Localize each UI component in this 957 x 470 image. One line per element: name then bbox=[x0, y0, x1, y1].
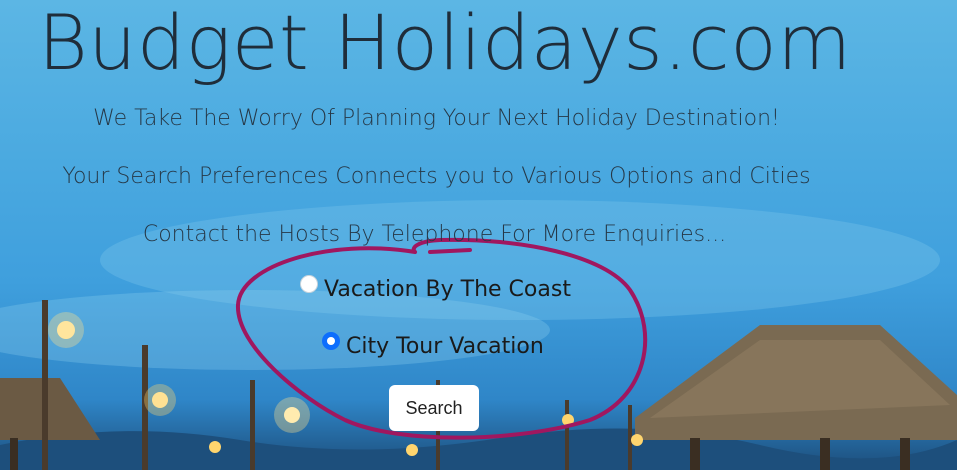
option-coast[interactable]: Vacation By The Coast bbox=[300, 274, 571, 302]
option-city-tour-label: City Tour Vacation bbox=[346, 334, 544, 359]
radio-city-tour[interactable] bbox=[322, 331, 340, 350]
option-coast-label: Vacation By The Coast bbox=[324, 277, 571, 302]
radio-coast[interactable] bbox=[300, 274, 318, 293]
tagline-contact: Contact the Hosts By Telephone For More … bbox=[142, 222, 727, 247]
option-city-tour[interactable]: City Tour Vacation bbox=[322, 331, 544, 359]
search-button[interactable]: Search bbox=[389, 385, 479, 431]
page-title: Budget Holidays.com bbox=[38, 0, 852, 87]
tagline-planning: We Take The Worry Of Planning Your Next … bbox=[93, 106, 780, 131]
tagline-preferences: Your Search Preferences Connects you to … bbox=[62, 164, 811, 189]
